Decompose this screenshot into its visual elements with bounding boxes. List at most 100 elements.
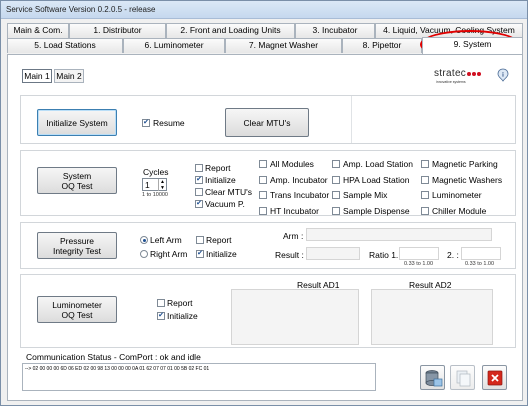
- close-icon: [487, 370, 503, 386]
- result-ad2-box: [371, 289, 493, 345]
- module-label: Sample Mix: [343, 190, 388, 200]
- module-checkbox[interactable]: [259, 191, 267, 199]
- communication-status: Communication Status - ComPort : ok and …: [26, 352, 201, 362]
- luminometer-initialize-checkbox[interactable]: ✔: [157, 312, 165, 320]
- stratec-logo: stratec: [434, 68, 482, 79]
- app-window: Service Software Version 0.2.0.5 - relea…: [0, 0, 528, 406]
- result-ad1-box: [231, 289, 359, 345]
- copy-icon: [456, 370, 471, 387]
- module-label: Sample Dispense: [343, 206, 410, 216]
- tab-main-com[interactable]: Main & Com.: [7, 23, 69, 38]
- right-arm-radio[interactable]: [140, 250, 148, 258]
- luminometer-oq-test-button[interactable]: Luminometer OQ Test: [37, 296, 117, 323]
- module-checkbox[interactable]: [259, 176, 267, 184]
- luminometer-report-checkbox[interactable]: [157, 299, 165, 307]
- cycles-range: 1 to 10000: [142, 192, 168, 198]
- luminometer-initialize-label: Initialize: [167, 311, 198, 321]
- pressure-initialize-label: Initialize: [206, 249, 237, 259]
- resume-label: Resume: [153, 118, 185, 128]
- luminometer-report-label: Report: [167, 298, 193, 308]
- brand-dot-icon: [472, 72, 477, 76]
- module-checkbox[interactable]: [421, 160, 429, 168]
- oq-vacuum-label: Vacuum P.: [205, 199, 245, 209]
- brand-name: stratec: [434, 68, 467, 79]
- resume-checkbox[interactable]: ✔: [142, 119, 150, 127]
- module-label: All Modules: [270, 159, 314, 169]
- subtab-main-1[interactable]: Main 1: [22, 69, 52, 83]
- module-checkbox[interactable]: [259, 160, 267, 168]
- subtab-main-2[interactable]: Main 2: [54, 69, 84, 83]
- tab-load-stations[interactable]: 5. Load Stations: [7, 38, 123, 53]
- module-checkbox[interactable]: [421, 176, 429, 184]
- oq-report-checkbox[interactable]: [195, 164, 203, 172]
- pressure-integrity-test-button[interactable]: Pressure Integrity Test: [37, 232, 117, 259]
- tab-incubator[interactable]: 3. Incubator: [295, 23, 375, 38]
- module-label: Trans Incubator: [270, 190, 330, 200]
- close-button[interactable]: [482, 365, 507, 390]
- module-label: HT Incubator: [270, 206, 319, 216]
- ratio2-range: 0.33 to 1.00: [465, 261, 495, 267]
- tab-distributor[interactable]: 1. Distributor: [69, 23, 166, 38]
- ratio2-label: 2. :: [447, 250, 459, 260]
- clear-mtus-button[interactable]: Clear MTU's: [225, 108, 309, 137]
- left-arm-label: Left Arm: [150, 235, 182, 245]
- result-field: [306, 247, 360, 260]
- oq-initialize-checkbox[interactable]: ✔: [195, 176, 203, 184]
- database-icon: [425, 370, 443, 387]
- right-arm-label: Right Arm: [150, 249, 188, 259]
- database-button[interactable]: [420, 365, 445, 390]
- module-checkbox[interactable]: [421, 207, 429, 215]
- ratio1-label: Ratio 1. :: [369, 250, 404, 260]
- module-checkbox[interactable]: [332, 191, 340, 199]
- copy-button[interactable]: [450, 365, 475, 390]
- system-panel: Main 1 Main 2 stratec innovative systems…: [7, 54, 523, 401]
- oq-initialize-label: Initialize: [205, 175, 236, 185]
- ratio1-range: 0.33 to 1.00: [404, 261, 434, 267]
- cycles-stepper[interactable]: 1 ▲ ▼: [142, 178, 167, 191]
- communication-log: --> 02 00 00 00 6D 06 ED 02 00 98 13 00 …: [22, 363, 376, 391]
- brand-tagline: innovative systems: [436, 80, 466, 84]
- left-arm-radio[interactable]: [140, 236, 148, 244]
- window-title: Service Software Version 0.2.0.5 - relea…: [6, 5, 156, 14]
- oq-report-label: Report: [205, 163, 231, 173]
- system-oq-group: System OQ Test Cycles 1 ▲ ▼ 1 to 10000 R…: [20, 150, 516, 216]
- title-bar: Service Software Version 0.2.0.5 - relea…: [1, 1, 527, 19]
- tab-row-2: 5. Load Stations 6. Luminometer 7. Magne…: [7, 37, 523, 54]
- info-icon[interactable]: i: [497, 68, 509, 82]
- module-checkbox[interactable]: [332, 176, 340, 184]
- module-label: Chiller Module: [432, 206, 487, 216]
- arm-label: Arm :: [283, 231, 304, 241]
- module-label: Magnetic Washers: [432, 175, 503, 185]
- ratio1-field: [399, 247, 439, 260]
- cycles-label: Cycles: [143, 167, 169, 177]
- initialize-system-button[interactable]: Initialize System: [37, 109, 117, 136]
- log-line: --> 02 00 00 00 6D 06 ED 02 00 98 13 00 …: [25, 366, 210, 372]
- system-oq-test-button[interactable]: System OQ Test: [37, 167, 117, 194]
- stepper-down-icon[interactable]: ▼: [158, 185, 166, 191]
- module-label: Amp. Load Station: [343, 159, 413, 169]
- module-label: Luminometer: [432, 190, 482, 200]
- module-checkbox[interactable]: [421, 191, 429, 199]
- arm-field: [306, 228, 492, 241]
- tab-system[interactable]: 9. System: [422, 37, 523, 54]
- initialize-group: Initialize System ✔ Resume Clear MTU's: [20, 95, 516, 144]
- tab-front-loading-units[interactable]: 2. Front and Loading Units: [166, 23, 295, 38]
- brand-dot-icon: [467, 72, 472, 76]
- oq-vacuum-checkbox[interactable]: ✔: [195, 200, 203, 208]
- pressure-report-label: Report: [206, 235, 232, 245]
- module-checkbox[interactable]: [332, 160, 340, 168]
- result-label: Result :: [275, 250, 304, 260]
- tab-luminometer[interactable]: 6. Luminometer: [123, 38, 225, 53]
- pressure-report-checkbox[interactable]: [196, 236, 204, 244]
- module-checkbox[interactable]: [332, 207, 340, 215]
- oq-clear-mtus-label: Clear MTU's: [205, 187, 252, 197]
- module-label: HPA Load Station: [343, 175, 410, 185]
- divider: [351, 96, 352, 143]
- ratio2-field: [461, 247, 501, 260]
- tab-pipettor[interactable]: 8. Pipettor: [342, 38, 422, 53]
- module-label: Amp. Incubator: [270, 175, 328, 185]
- oq-clear-mtus-checkbox[interactable]: [195, 188, 203, 196]
- module-checkbox[interactable]: [259, 207, 267, 215]
- tab-magnet-washer[interactable]: 7. Magnet Washer: [225, 38, 342, 53]
- pressure-initialize-checkbox[interactable]: ✔: [196, 250, 204, 258]
